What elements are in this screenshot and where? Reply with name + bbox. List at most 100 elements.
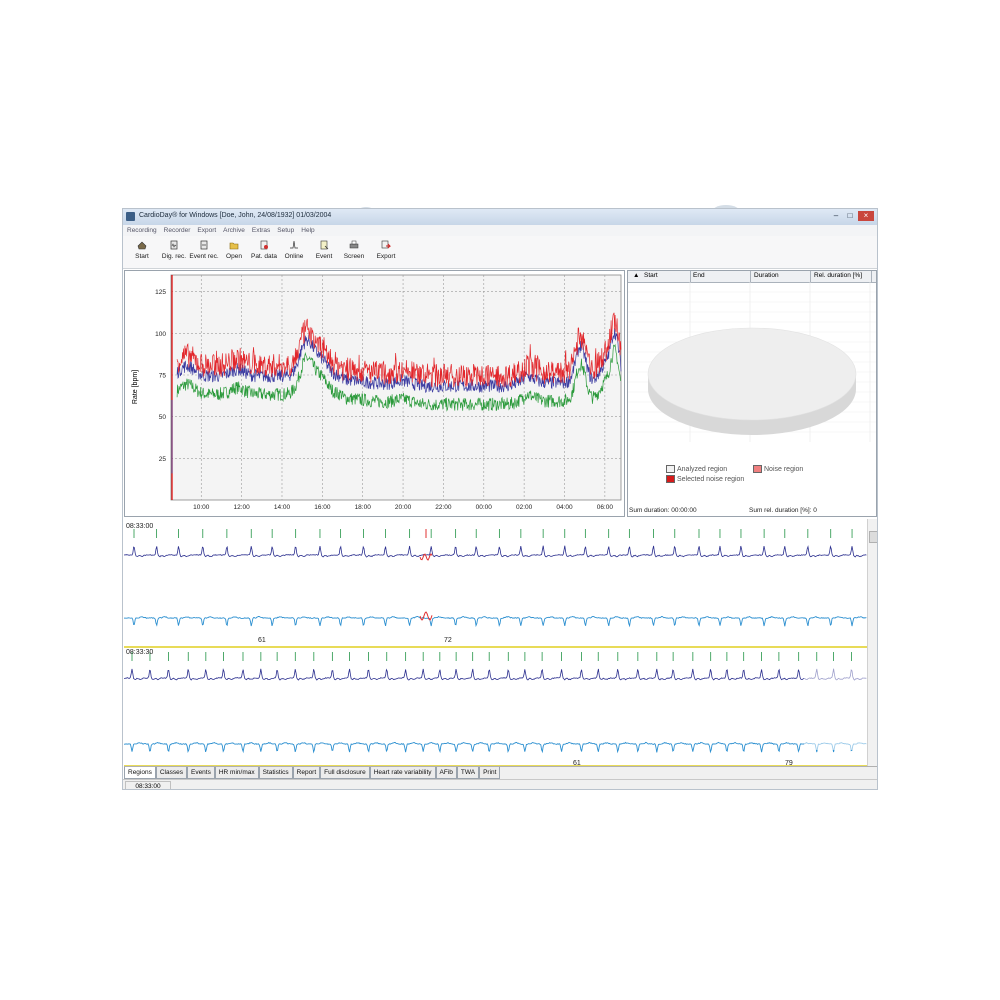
app-window: CardioDay® for Windows [Doe, John, 24/08… (122, 208, 878, 790)
tab-report[interactable]: Report (292, 767, 321, 779)
y-tick-label: 50 (159, 414, 167, 421)
tab-statistics[interactable]: Statistics (258, 767, 293, 779)
x-tick-label: 20:00 (395, 504, 412, 511)
ecg-channel-1 (124, 668, 867, 681)
toolbar-label: Pat. data (250, 253, 278, 260)
toolbar-label: Event (315, 253, 333, 260)
strip2-time: 08:33:30 (126, 649, 153, 656)
y-tick-label: 125 (155, 289, 166, 296)
col-duration[interactable]: Duration (754, 272, 779, 279)
start-button[interactable]: Start (127, 240, 157, 266)
online-button[interactable]: Online (279, 240, 309, 266)
tab-full-disclosure[interactable]: Full disclosure (320, 767, 370, 779)
col-rel-duration[interactable]: Rel. duration [%] (814, 272, 862, 279)
menu-export[interactable]: Export (197, 225, 216, 236)
x-tick-label: 18:00 (355, 504, 372, 511)
printer-icon (349, 240, 359, 249)
toolbar: Start Dig. rec. Event rec. Open Pat. dat… (123, 236, 877, 269)
event-icon (320, 240, 329, 250)
start-icon (137, 241, 147, 250)
y-tick-label: 100 (155, 331, 166, 338)
toolbar-label: Event rec. (189, 253, 219, 260)
col-start[interactable]: Start (644, 272, 658, 279)
toolbar-label: Export (376, 253, 396, 260)
x-tick-label: 14:00 (274, 504, 291, 511)
scrollbar-thumb[interactable] (869, 531, 877, 543)
sum-duration: Sum duration: 00:00:00 (629, 507, 697, 514)
strip1-label-1: 61 (258, 637, 266, 644)
status-bar: 08:33:00 (123, 779, 877, 789)
y-tick-label: 75 (159, 373, 167, 380)
close-button[interactable]: × (858, 211, 874, 221)
x-tick-label: 12:00 (233, 504, 250, 511)
export-button[interactable]: Export (371, 240, 401, 266)
x-tick-label: 00:00 (476, 504, 493, 511)
noise-swatch (753, 465, 762, 473)
y-tick-label: 25 (159, 456, 167, 463)
ecg-strips[interactable]: 08:33:00 08:33:30 61 72 61 79 (124, 519, 867, 767)
strip1-time: 08:33:00 (126, 523, 153, 530)
legend-noise: Noise region (753, 465, 803, 473)
toolbar-label: Start (135, 253, 149, 260)
noise-segment (419, 611, 433, 621)
selected-swatch (666, 475, 675, 483)
toolbar-label: Screen (343, 253, 365, 260)
tab-regions[interactable]: Regions (124, 767, 156, 779)
heart-rate-trend-chart[interactable]: 25 50 75 100 125 10:00 12:00 14:00 16:00 18:00 20… (125, 271, 624, 516)
menu-help[interactable]: Help (301, 225, 314, 236)
minimize-button[interactable]: – (830, 211, 842, 221)
tab-events[interactable]: Events (186, 767, 215, 779)
toolbar-label: Dig. rec. (161, 253, 187, 260)
screen-print-button[interactable]: Screen (339, 240, 369, 266)
grey-overlay (804, 664, 867, 684)
tab-print[interactable]: Print (479, 767, 501, 779)
col-end[interactable]: End (693, 272, 705, 279)
menu-recorder[interactable]: Recorder (164, 225, 191, 236)
x-tick-label: 10:00 (193, 504, 210, 511)
legend-selected: Selected noise region (666, 475, 744, 483)
ecg-channel-2 (124, 741, 867, 754)
maximize-button[interactable]: □ (844, 211, 856, 221)
toolbar-label: Online (284, 253, 304, 260)
ecg-channel-2 (124, 615, 867, 628)
patient-data-button[interactable]: Pat. data (249, 240, 279, 266)
ecg-strips-area[interactable]: 08:33:00 08:33:30 61 72 61 79 (124, 519, 867, 767)
open-folder-icon (229, 242, 239, 250)
x-tick-label: 16:00 (314, 504, 331, 511)
toolbar-label: Open (226, 253, 242, 260)
patient-data-icon (260, 240, 268, 250)
tab-afib[interactable]: AFib (435, 767, 457, 779)
menu-archive[interactable]: Archive (223, 225, 245, 236)
open-button[interactable]: Open (219, 240, 249, 266)
digital-recorder-button[interactable]: Dig. rec. (159, 240, 189, 266)
x-tick-label: 04:00 (556, 504, 573, 511)
x-tick-label: 02:00 (516, 504, 533, 511)
event-recorder-button[interactable]: Event rec. (189, 240, 219, 266)
tab-heart-rate-variability[interactable]: Heart rate variability (369, 767, 436, 779)
sum-rel-duration: Sum rel. duration [%]: 0 (749, 507, 817, 514)
tab-classes[interactable]: Classes (155, 767, 187, 779)
heart-rate-trend-panel[interactable]: 25 50 75 100 125 10:00 12:00 14:00 16:00 18:00 20… (124, 270, 625, 517)
menu-extras[interactable]: Extras (252, 225, 270, 236)
menu-recording[interactable]: Recording (127, 225, 157, 236)
menu-setup[interactable]: Setup (277, 225, 294, 236)
online-icon (290, 240, 298, 249)
event-recorder-icon (200, 240, 208, 250)
summary-bar: Sum duration: 00:00:00 Sum rel. duration… (627, 507, 877, 517)
analyzed-swatch (666, 465, 675, 473)
y-axis-label: Rate [bpm] (132, 370, 139, 404)
pie-top (647, 327, 857, 421)
status-time: 08:33:00 (125, 781, 171, 789)
ecg-vertical-scrollbar[interactable] (867, 519, 877, 767)
bottom-tabs: Regions Classes Events HR min/max Statis… (124, 766, 877, 779)
app-icon (126, 212, 135, 221)
sort-arrow-icon[interactable]: ▲ (633, 272, 639, 279)
ecg-channel-1 (124, 545, 867, 558)
event-button[interactable]: Event (309, 240, 339, 266)
tab-hr-min-max[interactable]: HR min/max (214, 767, 259, 779)
menu-bar: Recording Recorder Export Archive Extras… (123, 225, 877, 236)
digital-recorder-icon (170, 240, 178, 250)
tab-twa[interactable]: TWA (456, 767, 480, 779)
x-tick-label: 06:00 (597, 504, 614, 511)
regions-panel: ▲ Start End Duration Rel. duration [%] A… (627, 270, 877, 517)
